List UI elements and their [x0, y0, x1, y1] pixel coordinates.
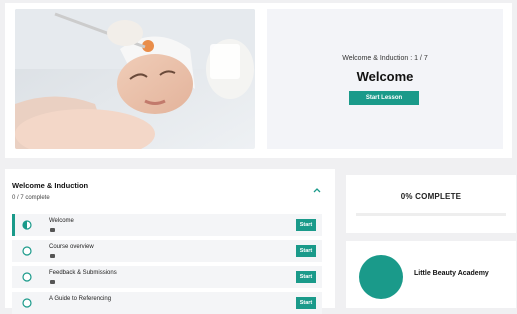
module-title: Welcome & Induction — [12, 181, 89, 190]
lesson-start-button[interactable]: Start — [296, 245, 316, 257]
lesson-start-button[interactable]: Start — [296, 271, 316, 283]
empty-circle-icon — [22, 246, 32, 256]
lesson-title-label: Welcome — [49, 218, 74, 224]
module-progress: 0 / 7 complete — [12, 195, 50, 201]
lesson-title: Welcome — [356, 69, 414, 84]
hero-card: Welcome & Induction : 1 / 7 Welcome Star… — [5, 3, 512, 158]
progress-label: 0% COMPLETE — [400, 192, 462, 201]
academy-name: Little Beauty Academy — [414, 270, 489, 277]
chevron-up-icon[interactable] — [312, 186, 322, 194]
empty-circle-icon — [22, 298, 32, 308]
lesson-title-label: Feedback & Submissions — [49, 270, 117, 276]
document-icon — [50, 254, 55, 258]
module-card: Welcome & Induction 0 / 7 complete Welco… — [5, 169, 335, 314]
lesson-counter: Welcome & Induction : 1 / 7 — [342, 55, 428, 62]
lesson-row-referencing[interactable]: A Guide to Referencing Start — [12, 292, 322, 314]
empty-circle-icon — [22, 272, 32, 282]
document-icon — [50, 280, 55, 284]
hero-image — [15, 9, 255, 149]
lesson-start-button[interactable]: Start — [296, 219, 316, 231]
lesson-start-button[interactable]: Start — [296, 297, 316, 309]
lesson-row-course-overview[interactable]: Course overview Start — [12, 240, 322, 262]
lesson-row-feedback[interactable]: Feedback & Submissions Start — [12, 266, 322, 288]
academy-card: Little Beauty Academy — [346, 241, 516, 308]
lesson-panel: Welcome & Induction : 1 / 7 Welcome Star… — [267, 9, 503, 149]
lesson-row-welcome[interactable]: Welcome Start — [12, 214, 322, 236]
lesson-title-label: Course overview — [49, 244, 94, 250]
document-icon — [50, 228, 55, 232]
lesson-title-label: A Guide to Referencing — [49, 296, 112, 302]
half-circle-icon — [22, 220, 32, 230]
start-lesson-button[interactable]: Start Lesson — [349, 91, 419, 105]
progress-bar — [356, 213, 506, 216]
academy-logo — [359, 255, 403, 299]
course-progress-card: 0% COMPLETE — [346, 175, 516, 233]
